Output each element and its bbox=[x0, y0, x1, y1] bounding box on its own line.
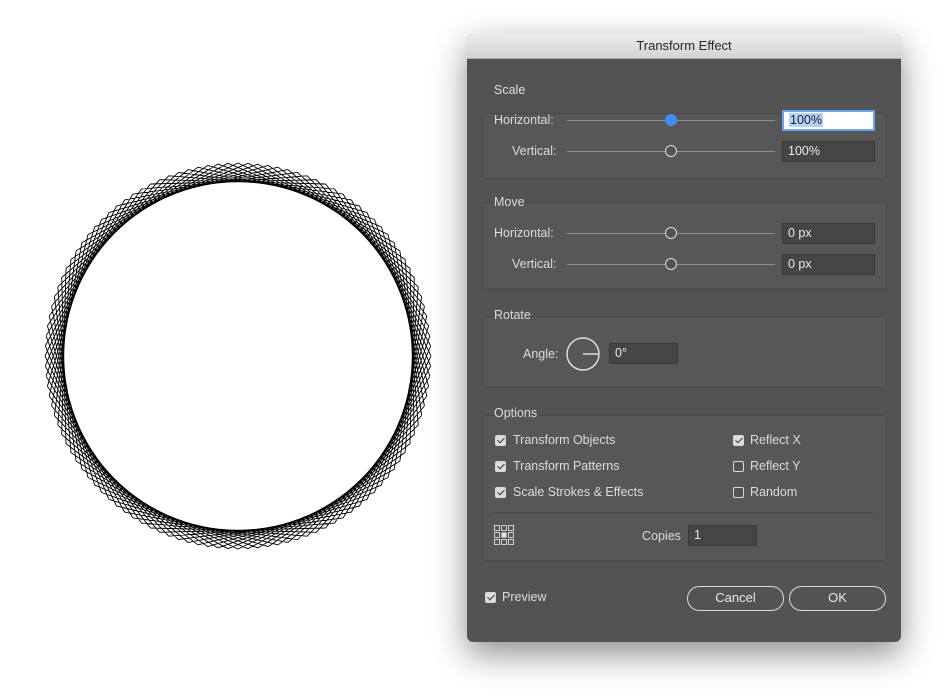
scale-horizontal-slider-handle[interactable] bbox=[665, 114, 677, 126]
scale-label: Scale bbox=[494, 83, 526, 97]
reflect-y-label: Reflect Y bbox=[750, 459, 801, 473]
scale-horizontal-input[interactable]: 100% bbox=[782, 110, 875, 131]
options-divider bbox=[493, 512, 873, 513]
preview-checkbox[interactable] bbox=[485, 592, 496, 603]
transform-effect-dialog: Transform Effect Scale Horizontal: 100% … bbox=[467, 34, 901, 642]
reflect-y-checkbox[interactable] bbox=[733, 461, 744, 472]
transform-patterns-label: Transform Patterns bbox=[513, 459, 620, 473]
transform-objects-checkbox[interactable] bbox=[495, 435, 506, 446]
pattern-lines bbox=[44, 162, 432, 550]
angle-dial-icon[interactable] bbox=[565, 336, 601, 372]
angle-input[interactable]: 0° bbox=[609, 343, 678, 364]
rotate-label: Rotate bbox=[494, 308, 531, 322]
angle-label: Angle: bbox=[523, 347, 559, 361]
cancel-button[interactable]: Cancel bbox=[687, 586, 784, 611]
random-label: Random bbox=[750, 485, 798, 499]
scale-strokes-checkbox[interactable] bbox=[495, 487, 506, 498]
preview-label: Preview bbox=[502, 590, 547, 604]
reflect-x-label: Reflect X bbox=[750, 433, 801, 447]
scale-vertical-input[interactable]: 100% bbox=[782, 141, 875, 162]
move-vertical-slider-handle[interactable] bbox=[665, 258, 677, 270]
move-horizontal-slider-handle[interactable] bbox=[665, 227, 677, 239]
scale-vertical-slider-handle[interactable] bbox=[665, 145, 677, 157]
random-checkbox[interactable] bbox=[733, 487, 744, 498]
reflect-x-checkbox[interactable] bbox=[733, 435, 744, 446]
options-label: Options bbox=[494, 406, 538, 420]
move-vertical-input[interactable]: 0 px bbox=[782, 254, 875, 275]
dialog-title: Transform Effect bbox=[467, 34, 901, 59]
transform-objects-label: Transform Objects bbox=[513, 433, 616, 447]
move-label: Move bbox=[494, 195, 525, 209]
move-group bbox=[482, 202, 887, 290]
scale-horizontal-label: Horizontal: bbox=[494, 113, 554, 127]
pattern-line-set bbox=[44, 162, 432, 550]
circular-pattern-artwork bbox=[44, 162, 432, 550]
scale-strokes-label: Scale Strokes & Effects bbox=[513, 485, 644, 499]
move-vertical-label: Vertical: bbox=[512, 257, 557, 271]
copies-input[interactable]: 1 bbox=[688, 525, 757, 546]
copies-label: Copies bbox=[642, 529, 681, 543]
move-horizontal-label: Horizontal: bbox=[494, 226, 554, 240]
scale-vertical-label: Vertical: bbox=[512, 144, 557, 158]
transform-patterns-checkbox[interactable] bbox=[495, 461, 506, 472]
reference-point-locator-icon[interactable] bbox=[493, 524, 515, 546]
move-horizontal-input[interactable]: 0 px bbox=[782, 223, 875, 244]
ok-button[interactable]: OK bbox=[789, 586, 886, 611]
